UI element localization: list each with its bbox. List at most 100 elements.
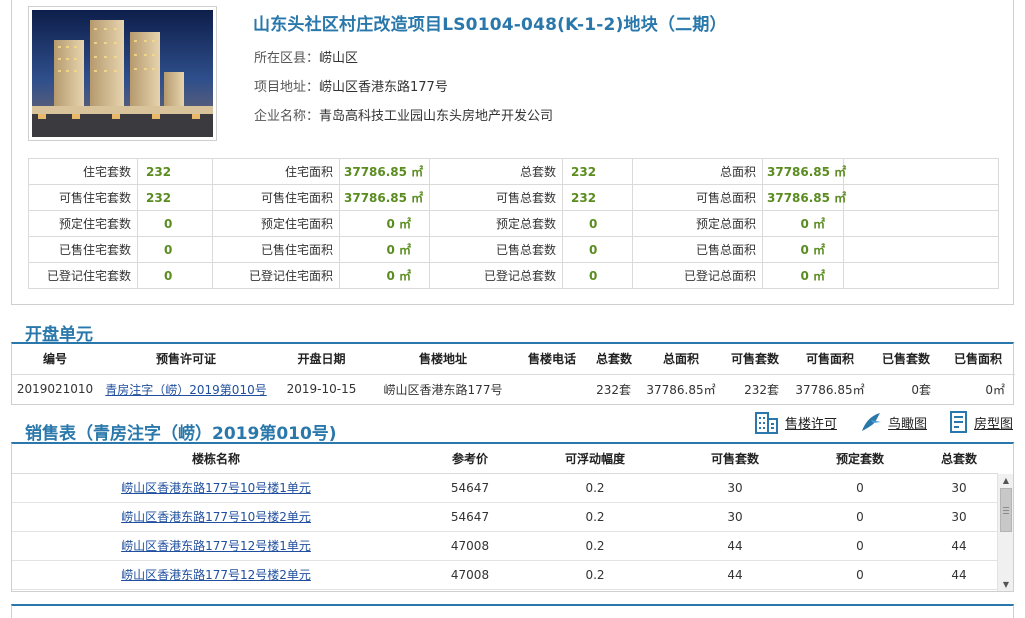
stats-row: 已售住宅套数 0 已售住宅面积 0 ㎡已售总套数 0 已售总面积 0 ㎡ [28,236,999,263]
building-unit-link[interactable]: 崂山区香港东路177号10号楼2单元 [121,510,311,524]
project-info-panel: 山东头社区村庄改造项目LS0104-048(K-1-2)地块（二期） 所在区县：… [11,0,1014,305]
units-cell: 0套 [911,382,931,397]
stats-empty-cell [843,236,999,263]
sales-cell: 0.2 [520,531,670,561]
company-value: 青岛高科技工业园山东头房地产开发公司 [319,109,554,124]
units-column-header: 预售许可证 [98,344,274,375]
stat-value: 0 [137,262,213,289]
units-table: 编号 预售许可证 开盘日期 售楼地址 售楼电话 总套数 总面积 可售套数 可售面积 已售套数 已售面… [12,344,1015,404]
aerial-view-link[interactable]: 鸟瞰图 [859,411,927,433]
units-column-header: 可售面积 [789,344,871,375]
stats-row: 住宅套数 232 住宅面积 37786.85 ㎡总套数 232 总面积 37786.85 ㎡ [28,158,999,185]
scroll-thumb[interactable] [1000,488,1012,532]
stat-label: 住宅面积 [212,158,340,185]
stat-value: 0 [562,236,633,263]
sales-column-header: 总套数 [920,444,998,474]
next-section-box [11,604,1014,618]
scroll-up-arrow-icon[interactable]: ▲ [998,474,1013,488]
units-column-header: 编号 [12,344,98,375]
sales-cell: 44 [920,531,998,561]
sales-toolbar: 售楼许可 鸟瞰图 房型图 [754,410,1013,434]
stat-value: 0 ㎡ [762,236,844,263]
sales-cell: 0.2 [520,473,670,503]
sales-column-header: 楼栋名称 [12,444,420,474]
stat-label: 可售总套数 [429,184,563,211]
stat-label: 总面积 [632,158,763,185]
sales-cell: 47008 [420,560,520,590]
floorplan-link-label: 房型图 [973,416,1013,432]
sales-cell: 44 [920,560,998,590]
units-column-header: 总面积 [641,344,721,375]
sales-cell: 崂山区香港东路177号10号楼2单元 [12,502,420,532]
address-value: 崂山区香港东路177号 [319,80,448,95]
sales-column-header: 参考价 [420,444,520,474]
stat-value: 232 [562,158,633,185]
units-cell: 0㎡ [985,382,1005,397]
permit-link[interactable]: 售楼许可 [754,410,837,434]
presale-permit-link[interactable]: 青房注字（崂）2019第010号 [105,383,266,397]
project-photo[interactable] [28,6,217,141]
stat-label: 住宅套数 [28,158,138,185]
stat-label: 预定住宅面积 [212,210,340,237]
sales-section-title: 销售表（青房注字（崂）2019第010号) [25,424,337,444]
sales-cell: 崂山区香港东路177号12号楼2单元 [12,560,420,590]
units-column-header: 总套数 [587,344,641,375]
sales-column-header: 可浮动幅度 [520,444,670,474]
stat-label: 预定总套数 [429,210,563,237]
scroll-down-arrow-icon[interactable]: ▼ [998,578,1013,591]
stat-label: 已售住宅套数 [28,236,138,263]
units-column-header: 已售套数 [871,344,941,375]
stat-value: 0 [562,210,633,237]
stat-label: 预定住宅套数 [28,210,138,237]
stat-label: 已登记住宅套数 [28,262,138,289]
stat-value: 0 ㎡ [339,262,430,289]
sales-cell: 0 [800,560,920,590]
permit-link-label: 售楼许可 [784,416,837,432]
stat-label: 可售住宅面积 [212,184,340,211]
units-column-header: 开盘日期 [274,344,369,375]
stat-value: 232 [137,184,213,211]
stat-value: 0 ㎡ [339,236,430,263]
sales-cell: 30 [670,473,800,503]
units-column-header: 售楼电话 [517,344,587,375]
company-row: 企业名称：青岛高科技工业园山东头房地产开发公司 [254,105,553,124]
sales-cell: 44 [670,560,800,590]
stats-empty-cell [843,210,999,237]
building-unit-link[interactable]: 崂山区香港东路177号10号楼1单元 [121,481,311,495]
stat-label: 已登记住宅面积 [212,262,340,289]
stat-label: 已售住宅面积 [212,236,340,263]
building-rendering-image [32,10,213,137]
stats-empty-cell [843,158,999,185]
sales-cell: 54647 [420,502,520,532]
stat-value: 0 [137,236,213,263]
building-unit-link[interactable]: 崂山区香港东路177号12号楼2单元 [121,568,311,582]
stat-value: 37786.85 ㎡ [339,184,430,211]
stat-value: 37786.85 ㎡ [762,184,846,211]
sales-table: 楼栋名称 参考价 可浮动幅度 可售套数 预定套数 总套数 崂山区香港东路177号10号楼1… [12,444,998,590]
sales-table-scrollbar[interactable]: ▲ ▼ [997,474,1013,591]
sales-cell: 0 [800,473,920,503]
sales-row: 崂山区香港东路177号10号楼2单元 54647 0.2 30 0 30 [12,502,998,532]
units-cell: 2019-10-15 [286,382,357,397]
sales-cell: 崂山区香港东路177号12号楼1单元 [12,531,420,561]
stat-value: 37786.85 ㎡ [762,158,846,185]
stat-label: 可售住宅套数 [28,184,138,211]
units-table-box: 编号 预售许可证 开盘日期 售楼地址 售楼电话 总套数 总面积 可售套数 可售面积 已售套数 已售面… [11,342,1015,405]
sales-row: 崂山区香港东路177号12号楼2单元 47008 0.2 44 0 44 [12,560,998,590]
floorplan-link[interactable]: 房型图 [949,410,1013,434]
sales-cell: 30 [920,502,998,532]
floorplan-document-icon [949,411,967,433]
building-unit-link[interactable]: 崂山区香港东路177号12号楼1单元 [121,539,311,553]
units-column-header: 售楼地址 [369,344,517,375]
sales-cell: 崂山区香港东路177号10号楼1单元 [12,473,420,503]
district-label: 所在区县： [254,51,320,66]
sales-cell: 47008 [420,531,520,561]
units-cell: 崂山区香港东路177号 [383,382,503,397]
address-label: 项目地址： [254,80,320,95]
sales-cell: 0 [800,502,920,532]
project-title: 山东头社区村庄改造项目LS0104-048(K-1-2)地块（二期） [253,15,727,35]
units-column-header: 已售面积 [941,344,1015,375]
stat-value: 0 [562,262,633,289]
sales-cell: 0 [800,531,920,561]
stat-label: 已登记总面积 [632,262,763,289]
